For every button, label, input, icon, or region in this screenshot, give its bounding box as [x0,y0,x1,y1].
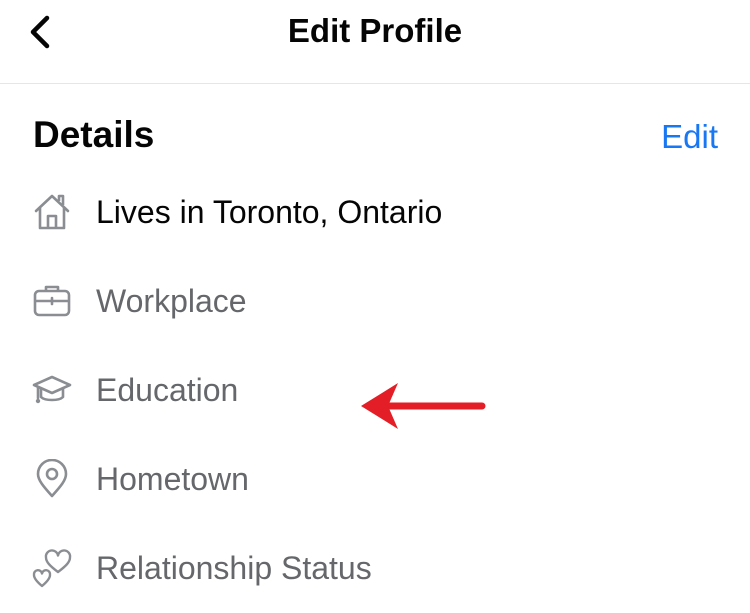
details-heading: Details [33,114,155,155]
details-item-label: Hometown [96,460,249,497]
location-pin-icon [30,457,74,501]
details-item-hometown[interactable]: Hometown [30,449,720,509]
hearts-icon [30,546,74,590]
details-item-label: Education [96,371,239,408]
details-item-relationship-status[interactable]: Relationship Status [30,538,720,598]
details-item-label: Workplace [96,282,247,319]
details-item-current-city[interactable]: Lives in Toronto, Ontario [30,182,720,242]
details-item-label: Lives in Toronto, Ontario [96,193,443,230]
top-bar: Edit Profile [0,0,750,84]
details-item-workplace[interactable]: Workplace [30,271,720,331]
edit-profile-screen: Edit Profile Details Edit Lives in Toron… [0,0,750,613]
edit-details-link[interactable]: Edit [661,118,718,156]
briefcase-icon [30,279,74,323]
details-item-label: Relationship Status [96,549,372,586]
graduation-cap-icon [30,368,74,412]
page-title: Edit Profile [287,12,463,49]
home-icon [30,190,74,234]
annotation-arrow-icon [361,383,486,429]
